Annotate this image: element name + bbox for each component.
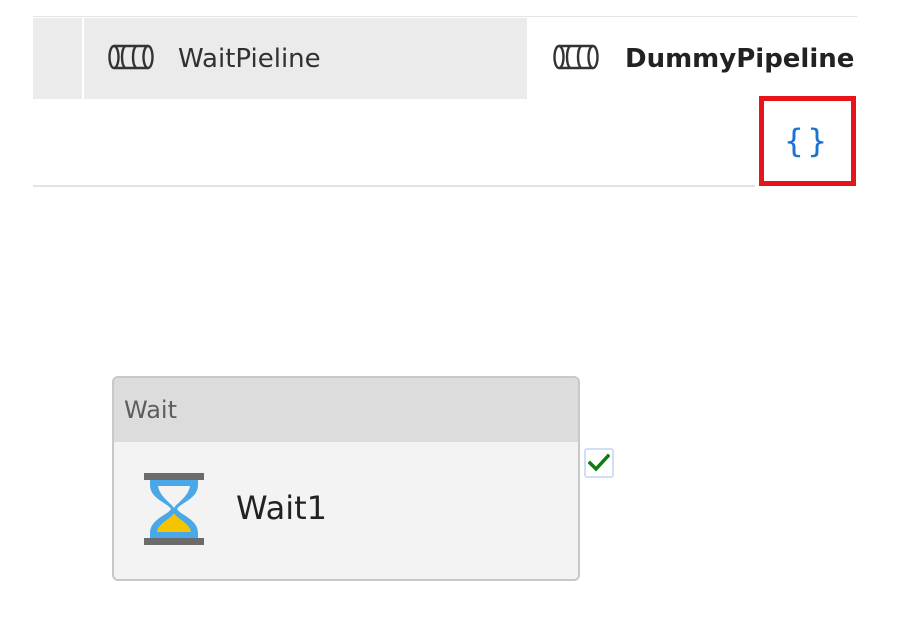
check-icon bbox=[588, 453, 610, 472]
tab-label: WaitPieline bbox=[178, 43, 321, 74]
activity-type-header: Wait bbox=[114, 378, 578, 442]
tab-waitpieline[interactable]: WaitPieline bbox=[84, 18, 527, 99]
activity-name: Wait1 bbox=[236, 488, 327, 527]
hourglass-icon bbox=[144, 472, 204, 545]
wait-activity-card[interactable]: Wait Wait1 bbox=[112, 376, 580, 581]
tab-overflow-stub[interactable] bbox=[33, 18, 82, 99]
success-output-handle[interactable] bbox=[584, 448, 614, 478]
pipeline-icon bbox=[553, 44, 599, 69]
code-braces-icon: {} bbox=[784, 122, 831, 160]
tab-label: DummyPipeline bbox=[625, 43, 855, 74]
tab-bar: WaitPieline DummyPipeline bbox=[33, 16, 857, 99]
pipeline-editor: WaitPieline DummyPipeline {} Wait Wait1 bbox=[0, 0, 911, 642]
tab-dummypipeline[interactable]: DummyPipeline bbox=[527, 18, 857, 99]
code-view-button[interactable]: {} bbox=[759, 96, 856, 186]
activity-body: Wait1 bbox=[114, 442, 578, 579]
toolbar-divider bbox=[33, 185, 755, 187]
pipeline-icon bbox=[108, 44, 154, 69]
activity-type-label: Wait bbox=[124, 396, 177, 424]
